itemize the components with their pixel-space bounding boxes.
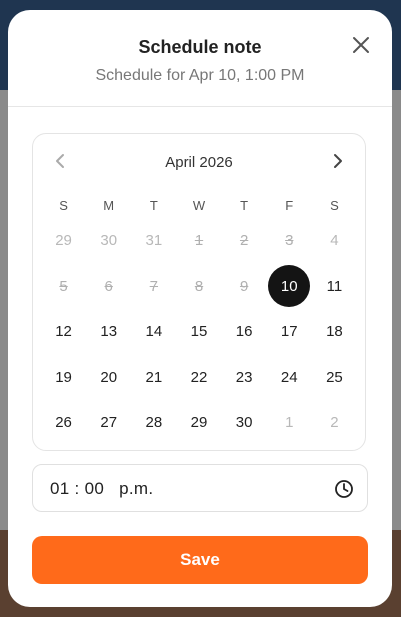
time-input[interactable]: 01 : 00 p.m. <box>32 464 368 512</box>
calendar-day[interactable]: 28 <box>131 400 176 446</box>
calendar-day: 9 <box>222 264 267 310</box>
calendar-day: 8 <box>176 264 221 310</box>
calendar-day[interactable]: 15 <box>176 309 221 355</box>
calendar-day-number: 29 <box>190 414 208 432</box>
calendar-day-number: 2 <box>239 232 249 250</box>
calendar-day[interactable]: 18 <box>312 309 357 355</box>
calendar-day-number: 18 <box>326 323 343 341</box>
calendar-day[interactable]: 25 <box>312 355 357 401</box>
calendar-day[interactable]: 14 <box>131 309 176 355</box>
save-button[interactable]: Save <box>32 536 368 584</box>
day-grid: 29 30 31 1 2 3 4 5 6 7 8 9 10 11 12 13 14 15 16 17 18 19 20 21 2… <box>41 218 357 446</box>
calendar-day-number: 24 <box>280 368 298 386</box>
date-picker: April 2026 S M T W T F S 29 30 31 1 2 3 4 5 6 7 8 9… <box>32 133 366 451</box>
calendar-day-number: 25 <box>326 368 343 386</box>
calendar-day: 1 <box>176 218 221 264</box>
calendar-day-number: 19 <box>55 368 72 386</box>
schedule-note-dialog: Schedule note Schedule for Apr 10, 1:00 … <box>8 10 392 607</box>
calendar-day-number: 17 <box>280 323 298 341</box>
weekday-label: T <box>149 198 158 213</box>
calendar-day: 2 <box>222 218 267 264</box>
calendar-day[interactable]: 13 <box>86 309 131 355</box>
calendar-day-number: 20 <box>100 368 118 386</box>
calendar-day[interactable]: 20 <box>86 355 131 401</box>
next-month-button[interactable] <box>331 153 345 169</box>
calendar-day-number: 9 <box>239 277 249 295</box>
calendar-day[interactable]: 29 <box>176 400 221 446</box>
calendar-day-number: 14 <box>145 323 163 341</box>
time-value: 01 : 00 p.m. <box>50 479 154 498</box>
calendar-day[interactable]: 21 <box>131 355 176 401</box>
calendar-day: 7 <box>131 264 176 310</box>
calendar-day-number: 3 <box>285 232 294 250</box>
calendar-day-number: 27 <box>100 414 118 432</box>
calendar-day-number: 6 <box>104 277 113 295</box>
calendar-day[interactable]: 24 <box>267 355 312 401</box>
calendar-day[interactable]: 23 <box>222 355 267 401</box>
weekday-header: S M T W T F S <box>41 198 357 213</box>
calendar-day-number: 29 <box>55 232 72 250</box>
weekday-label: S <box>59 198 68 213</box>
clock-icon <box>335 480 353 498</box>
calendar-day[interactable]: 30 <box>222 400 267 446</box>
calendar-day[interactable]: 4 <box>312 218 357 264</box>
dialog-subtitle: Schedule for Apr 10, 1:00 PM <box>95 67 305 84</box>
calendar-day: 6 <box>86 264 131 310</box>
calendar-day-number: 22 <box>190 368 208 386</box>
calendar-day: 5 <box>41 264 86 310</box>
dialog-title: Schedule note <box>138 37 262 57</box>
calendar-day-number: 4 <box>330 232 339 250</box>
chevron-right-icon <box>334 154 342 168</box>
weekday-label: S <box>330 198 339 213</box>
month-label: April 2026 <box>165 154 233 171</box>
weekday-label: F <box>285 198 294 213</box>
calendar-day-number: 8 <box>194 277 204 295</box>
calendar-day-number: 12 <box>55 323 72 341</box>
weekday-label: W <box>192 198 206 213</box>
calendar-day-number: 30 <box>100 232 118 250</box>
calendar-day[interactable]: 31 <box>131 218 176 264</box>
calendar-day-number: 10 <box>268 265 311 308</box>
calendar-day[interactable]: 22 <box>176 355 221 401</box>
calendar-day-number: 5 <box>59 277 68 295</box>
calendar-day[interactable]: 19 <box>41 355 86 401</box>
calendar-day[interactable]: 16 <box>222 309 267 355</box>
calendar-day[interactable]: 12 <box>41 309 86 355</box>
calendar-day-number: 21 <box>145 368 163 386</box>
calendar-day[interactable]: 17 <box>267 309 312 355</box>
close-icon <box>353 37 369 53</box>
weekday-label: M <box>103 198 115 213</box>
calendar-day[interactable]: 27 <box>86 400 131 446</box>
calendar-day-number: 7 <box>149 277 159 295</box>
calendar-day-number: 2 <box>330 414 339 432</box>
calendar-day-number: 1 <box>285 414 294 432</box>
calendar-day[interactable]: 2 <box>312 400 357 446</box>
calendar-day-number: 13 <box>100 323 118 341</box>
header-divider <box>8 106 392 107</box>
calendar-day-number: 15 <box>190 323 208 341</box>
calendar-day: 3 <box>267 218 312 264</box>
calendar-day-number: 11 <box>326 277 343 295</box>
calendar-day-number: 28 <box>145 414 163 432</box>
calendar-day[interactable]: 1 <box>267 400 312 446</box>
calendar-day-number: 16 <box>235 323 253 341</box>
calendar-day[interactable]: 29 <box>41 218 86 264</box>
weekday-label: T <box>240 198 249 213</box>
calendar-day[interactable]: 30 <box>86 218 131 264</box>
calendar-day-selected[interactable]: 10 <box>267 264 312 310</box>
clock-button[interactable] <box>334 479 354 499</box>
calendar-day-number: 1 <box>194 232 204 250</box>
calendar-day-number: 31 <box>145 232 163 250</box>
calendar-day[interactable]: 11 <box>312 264 357 310</box>
calendar-day[interactable]: 26 <box>41 400 86 446</box>
close-button[interactable] <box>350 34 372 56</box>
calendar-day-number: 23 <box>235 368 253 386</box>
calendar-day-number: 30 <box>235 414 253 432</box>
calendar-day-number: 26 <box>55 414 72 432</box>
